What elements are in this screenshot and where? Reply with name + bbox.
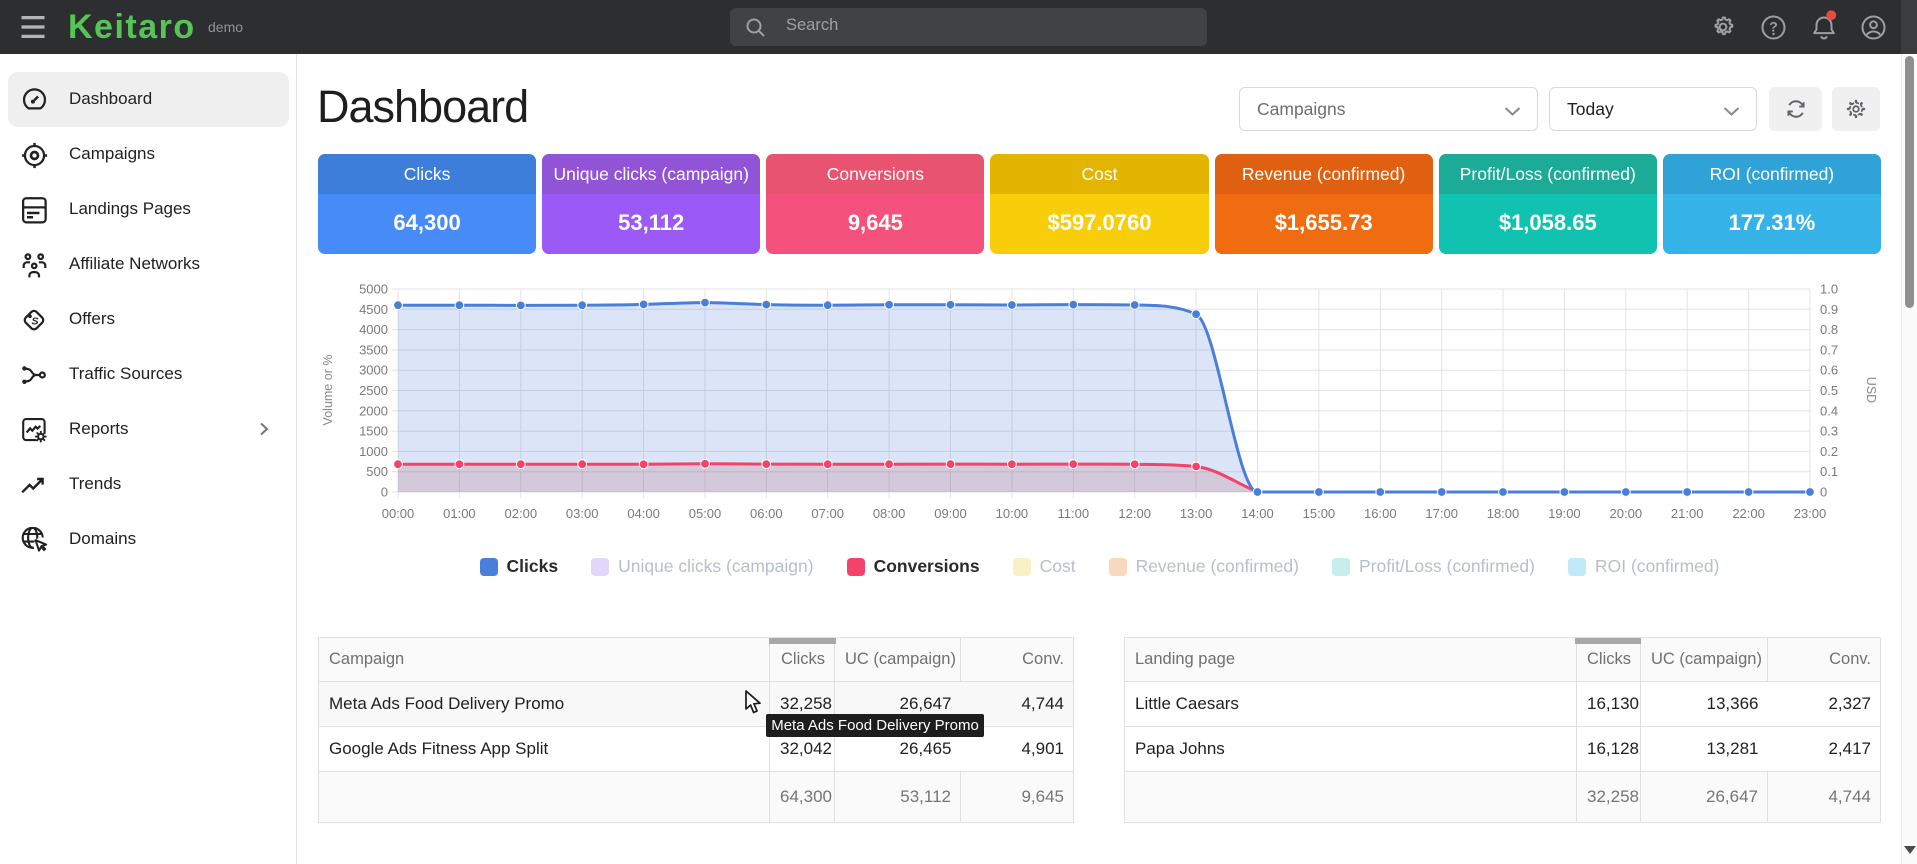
svg-text:0.6: 0.6 — [1820, 363, 1838, 378]
svg-text:3500: 3500 — [359, 342, 388, 357]
svg-text:1000: 1000 — [359, 444, 388, 459]
svg-text:0: 0 — [381, 485, 388, 500]
svg-text:15:00: 15:00 — [1303, 506, 1336, 521]
svg-text:S: S — [31, 316, 38, 328]
svg-text:02:00: 02:00 — [505, 506, 538, 521]
svg-text:09:00: 09:00 — [934, 506, 967, 521]
svg-text:11:00: 11:00 — [1058, 506, 1090, 521]
svg-text:00:00: 00:00 — [382, 506, 415, 521]
svg-text:17:00: 17:00 — [1425, 506, 1458, 521]
svg-text:0.2: 0.2 — [1820, 444, 1838, 459]
svg-text:0.1: 0.1 — [1820, 464, 1838, 479]
svg-text:05:00: 05:00 — [689, 506, 722, 521]
svg-text:23:00: 23:00 — [1794, 506, 1827, 521]
svg-text:04:00: 04:00 — [627, 506, 660, 521]
svg-text:0.4: 0.4 — [1820, 403, 1838, 418]
svg-text:13:00: 13:00 — [1180, 506, 1213, 521]
svg-text:14:00: 14:00 — [1241, 506, 1274, 521]
svg-text:Volume or %: Volume or % — [321, 355, 335, 426]
svg-text:1.0: 1.0 — [1820, 282, 1838, 297]
svg-text:18:00: 18:00 — [1487, 506, 1520, 521]
svg-text:07:00: 07:00 — [811, 506, 844, 521]
svg-text:0.8: 0.8 — [1820, 322, 1838, 337]
svg-text:22:00: 22:00 — [1732, 506, 1765, 521]
svg-text:08:00: 08:00 — [873, 506, 906, 521]
svg-text:03:00: 03:00 — [566, 506, 599, 521]
svg-text:5000: 5000 — [359, 282, 388, 297]
svg-text:0.5: 0.5 — [1820, 383, 1838, 398]
svg-text:500: 500 — [366, 464, 388, 479]
svg-text:16:00: 16:00 — [1364, 506, 1397, 521]
svg-text:10:00: 10:00 — [996, 506, 1029, 521]
svg-text:4000: 4000 — [359, 322, 388, 337]
svg-text:0.9: 0.9 — [1820, 302, 1838, 317]
svg-text:0.3: 0.3 — [1820, 424, 1838, 439]
svg-text:USD: USD — [1864, 377, 1878, 403]
svg-text:20:00: 20:00 — [1610, 506, 1643, 521]
svg-text:21:00: 21:00 — [1671, 506, 1704, 521]
svg-text:06:00: 06:00 — [750, 506, 783, 521]
svg-text:1500: 1500 — [359, 424, 388, 439]
svg-text:3000: 3000 — [359, 363, 388, 378]
svg-text:12:00: 12:00 — [1118, 506, 1151, 521]
svg-text:4500: 4500 — [359, 302, 388, 317]
svg-text:2000: 2000 — [359, 403, 388, 418]
svg-text:2500: 2500 — [359, 383, 388, 398]
svg-text:?: ? — [1769, 19, 1778, 35]
svg-text:01:00: 01:00 — [443, 506, 476, 521]
svg-text:19:00: 19:00 — [1548, 506, 1581, 521]
svg-text:0.7: 0.7 — [1820, 342, 1838, 357]
svg-text:0: 0 — [1820, 485, 1827, 500]
